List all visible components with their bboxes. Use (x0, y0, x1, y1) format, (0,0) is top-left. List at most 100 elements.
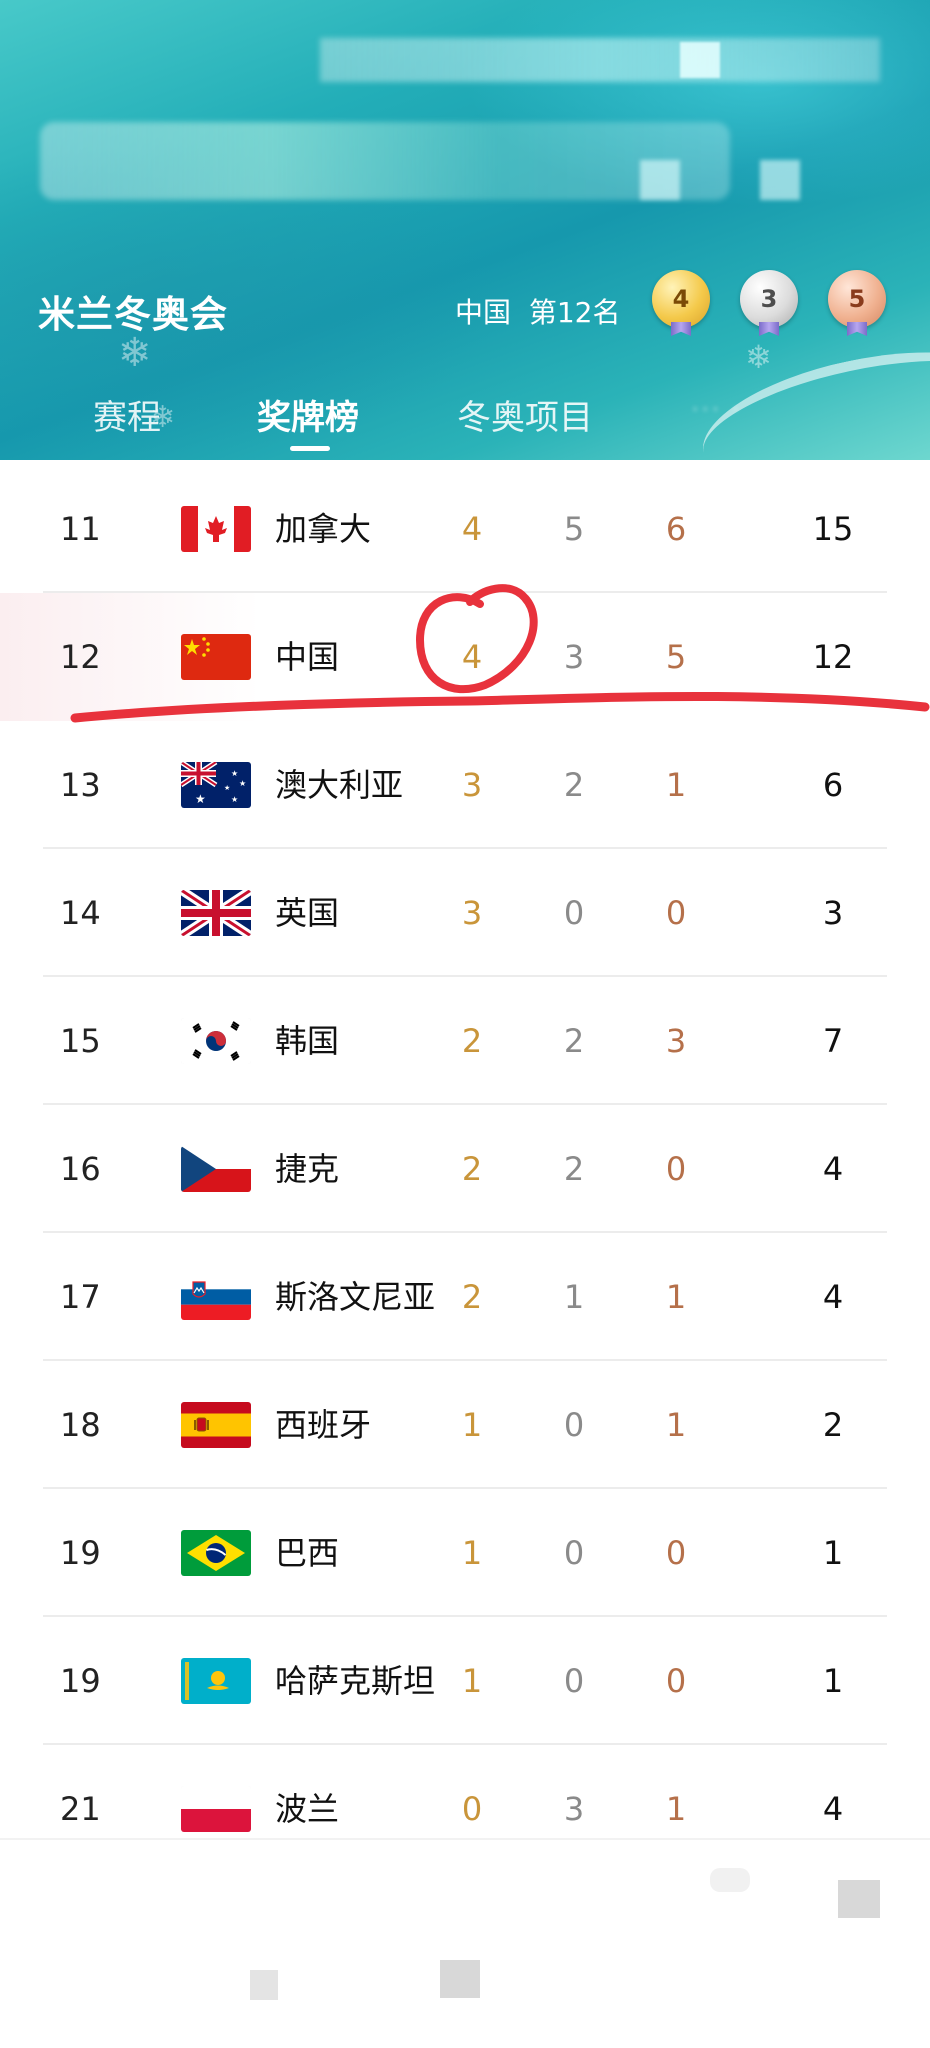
country-name: 斯洛文尼亚 (275, 1278, 436, 1316)
header-banner: ❄ ❄ ❄ 米兰冬奥会 中国 第12名 4 3 5 赛程 奖牌榜 冬奥项目 ··… (0, 0, 930, 460)
bronze-count: 0 (665, 1534, 687, 1572)
table-row[interactable]: 19 巴西 1 0 0 1 (0, 1489, 930, 1617)
svg-text:★: ★ (231, 795, 238, 804)
australia-flag-icon: ★ ★ ★ ★ ★ (181, 762, 251, 808)
gold-medal-icon: 4 (652, 270, 710, 328)
country-name: 中国 (275, 638, 340, 676)
bronze-count: 0 (665, 894, 687, 932)
silver-count: 0 (563, 1406, 585, 1444)
blurred-banner-block (640, 160, 680, 200)
silver-count: 2 (563, 1150, 585, 1188)
rank-label: 第12名 (528, 296, 621, 329)
total-count: 1 (822, 1534, 844, 1572)
table-row[interactable]: 17 斯洛文尼亚 2 1 1 4 (0, 1233, 930, 1361)
gold-count: 2 (461, 1278, 483, 1316)
total-count: 15 (812, 510, 854, 548)
obscured-icon (710, 1868, 750, 1892)
obscured-button[interactable] (838, 1880, 880, 1918)
poland-flag-icon (181, 1786, 251, 1832)
country-name: 加拿大 (275, 510, 372, 548)
flag-cell (181, 1617, 251, 1745)
rank-cell: 17 (60, 1278, 101, 1316)
bottom-bar (0, 1838, 930, 2048)
total-count: 4 (822, 1278, 844, 1316)
gold-count: 2 (461, 1022, 483, 1060)
blurred-banner-text (40, 122, 730, 200)
bronze-count: 3 (665, 1022, 687, 1060)
flag-cell (181, 593, 251, 721)
gold-count: 1 (461, 1534, 483, 1572)
blurred-banner-block (680, 42, 720, 78)
tab-obscured[interactable]: ··· · (690, 390, 741, 428)
silver-count: 2 (563, 766, 585, 804)
canada-flag-icon (181, 506, 251, 552)
slovenia-flag-icon (181, 1274, 251, 1320)
country-name: 西班牙 (275, 1406, 372, 1444)
silver-medal-count: 3 (760, 285, 778, 313)
obscured-button[interactable] (440, 1960, 480, 1998)
country-name: 哈萨克斯坦 (275, 1662, 436, 1700)
table-row[interactable]: 15 韩国 2 2 3 7 (0, 977, 930, 1105)
table-row[interactable]: 14 英国 3 0 0 3 (0, 849, 930, 977)
table-row[interactable]: 16 捷克 2 2 0 4 (0, 1105, 930, 1233)
brazil-flag-icon (181, 1530, 251, 1576)
rank-cell: 13 (60, 766, 101, 804)
page-title: 米兰冬奥会 (38, 293, 228, 336)
china-flag-icon (181, 634, 251, 680)
tab-medal-table[interactable]: 奖牌榜 (257, 390, 359, 439)
tab-bar: 赛程 奖牌榜 冬奥项目 ··· · (0, 380, 930, 460)
gold-count: 1 (461, 1662, 483, 1700)
table-row[interactable]: 13 ★ ★ ★ ★ ★ 澳大利亚 3 2 1 6 (0, 721, 930, 849)
bottom-divider (0, 1838, 930, 1840)
rank-cell: 11 (60, 510, 101, 548)
bronze-count: 5 (665, 638, 687, 676)
svg-text:★: ★ (231, 769, 238, 778)
spain-flag-icon (181, 1402, 251, 1448)
table-row-highlighted[interactable]: 12 中国 4 3 5 12 (0, 593, 930, 721)
gold-count: 2 (461, 1150, 483, 1188)
table-row[interactable]: 18 西班牙 1 0 1 2 (0, 1361, 930, 1489)
snowflake-icon: ❄ (745, 338, 772, 376)
uk-flag-icon (181, 890, 251, 936)
flag-cell (181, 1233, 251, 1361)
rank-cell: 14 (60, 894, 101, 932)
gold-count: 3 (461, 766, 483, 804)
country-name: 澳大利亚 (275, 766, 404, 804)
silver-count: 3 (563, 638, 585, 676)
table-row[interactable]: 19 哈萨克斯坦 1 0 0 1 (0, 1617, 930, 1745)
active-tab-indicator (290, 446, 330, 451)
country-name: 捷克 (275, 1150, 340, 1188)
country-name: 英国 (275, 894, 340, 932)
total-count: 1 (822, 1662, 844, 1700)
gold-count: 1 (461, 1406, 483, 1444)
kazakhstan-flag-icon (181, 1658, 251, 1704)
gold-count: 4 (461, 638, 483, 676)
bronze-count: 6 (665, 510, 687, 548)
silver-count: 0 (563, 1534, 585, 1572)
country-name: 巴西 (275, 1534, 340, 1572)
obscured-button[interactable] (250, 1970, 278, 2000)
blurred-banner-text (320, 38, 880, 82)
bronze-medal-count: 5 (848, 285, 866, 313)
country-name: 韩国 (275, 1022, 340, 1060)
country-rank-summary[interactable]: 中国 第12名 (455, 291, 620, 331)
silver-count: 2 (563, 1022, 585, 1060)
gold-count: 4 (461, 510, 483, 548)
korea-flag-icon (181, 1018, 251, 1064)
gold-medal-count: 4 (672, 285, 690, 313)
bronze-count: 1 (665, 1278, 687, 1316)
silver-count: 0 (563, 1662, 585, 1700)
rank-cell: 18 (60, 1406, 101, 1444)
tab-schedule[interactable]: 赛程 (93, 390, 161, 439)
flag-cell (181, 465, 251, 593)
total-count: 12 (812, 638, 854, 676)
tab-events[interactable]: 冬奥项目 (457, 390, 593, 439)
total-count: 7 (822, 1022, 844, 1060)
table-row[interactable]: 11 加拿大 4 5 6 15 (0, 465, 930, 593)
bronze-count: 0 (665, 1150, 687, 1188)
flag-cell (181, 849, 251, 977)
silver-medal-icon: 3 (740, 270, 798, 328)
bronze-count: 1 (665, 1406, 687, 1444)
total-count: 4 (822, 1150, 844, 1188)
bronze-medal-icon: 5 (828, 270, 886, 328)
